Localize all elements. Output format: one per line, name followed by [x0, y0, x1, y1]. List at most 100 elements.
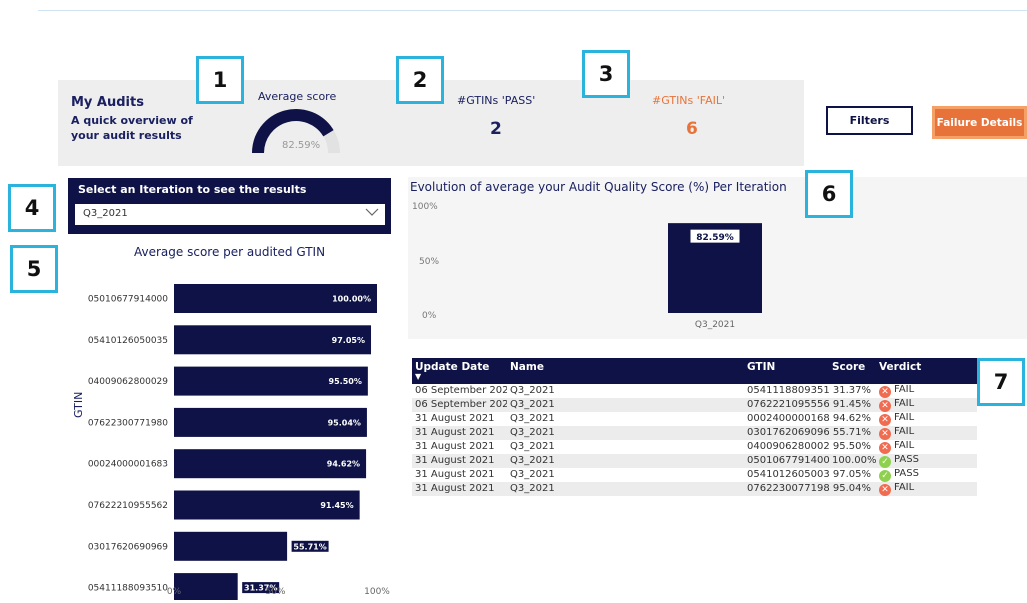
callout-marker-3: 3: [582, 50, 630, 98]
evolution-y-tick: 0%: [422, 311, 437, 321]
gtin-bar-value-label: 95.50%: [329, 377, 362, 386]
audit-results-table: Update Date ▼ Name GTIN Score Verdict 06 …: [412, 358, 977, 496]
sort-down-icon: ▼: [415, 372, 422, 381]
cell-score: 100.00%: [832, 455, 876, 466]
cell-gtin: 04009062800029: [747, 441, 829, 452]
table-row[interactable]: 31 August 2021 Q3_2021 03017620690969 55.71…: [412, 426, 977, 440]
x-circle-icon: ✕: [879, 414, 891, 426]
cell-name: Q3_2021: [510, 441, 555, 452]
callout-marker-7: 7: [977, 358, 1025, 406]
column-header-name[interactable]: Name: [507, 358, 744, 384]
cell-gtin: 07622210955562: [747, 399, 829, 410]
cell-update-date: 31 August 2021: [415, 427, 495, 438]
gtin-category-label: 00024000001683: [88, 460, 168, 470]
gtin-bar[interactable]: [174, 531, 288, 561]
cell-score: 95.04%: [832, 483, 871, 494]
cell-name: Q3_2021: [510, 427, 555, 438]
gtin-category-label: 05410126050035: [88, 336, 168, 346]
cell-gtin: 00024000001683: [747, 413, 829, 424]
average-score-label: Average score: [258, 90, 337, 103]
verdict-text: FAIL: [894, 482, 915, 493]
table-row[interactable]: 31 August 2021 Q3_2021 04009062800029 95.50…: [412, 440, 977, 454]
gtin-chart-title: Average score per audited GTIN: [134, 245, 326, 259]
table-row[interactable]: 31 August 2021 Q3_2021 00024000001683 94.62…: [412, 412, 977, 426]
filters-button[interactable]: Filters: [826, 106, 913, 135]
cell-update-date: 31 August 2021: [415, 413, 495, 424]
cell-update-date: 31 August 2021: [415, 455, 495, 466]
gtin-bar-value-label: 55.71%: [293, 542, 326, 551]
table-header-row: Update Date ▼ Name GTIN Score Verdict: [412, 358, 977, 384]
iteration-slicer-label: Select an Iteration to see the results: [78, 183, 307, 196]
evolution-chart-title: Evolution of average your Audit Quality …: [410, 180, 787, 194]
iteration-dropdown[interactable]: Q3_2021: [75, 204, 385, 225]
cell-gtin: 05410126050035: [747, 469, 829, 480]
x-circle-icon: ✕: [879, 428, 891, 440]
callout-marker-6: 6: [805, 170, 853, 218]
table-row[interactable]: 06 September 2021 Q3_2021 07622210955562 91…: [412, 398, 977, 412]
verdict-text: FAIL: [894, 440, 915, 451]
cell-update-date: 31 August 2021: [415, 441, 495, 452]
cell-update-date: 31 August 2021: [415, 483, 495, 494]
page-subtitle: A quick overview of your audit results: [71, 114, 193, 142]
gtin-bar-value-label: 94.62%: [327, 460, 360, 469]
x-circle-icon: ✕: [879, 400, 891, 412]
column-header-gtin[interactable]: GTIN: [744, 358, 829, 384]
x-circle-icon: ✕: [879, 386, 891, 398]
table-row[interactable]: 06 September 2021 Q3_2021 05411188093510 31…: [412, 384, 977, 398]
column-header-score[interactable]: Score: [829, 358, 876, 384]
callout-marker-1: 1: [196, 56, 244, 104]
cell-score: 94.62%: [832, 413, 871, 424]
page-title: My Audits: [71, 95, 144, 110]
x-circle-icon: ✕: [879, 484, 891, 496]
cell-name: Q3_2021: [510, 469, 555, 480]
evolution-x-tick: Q3_2021: [695, 320, 735, 330]
table-row[interactable]: 31 August 2021 Q3_2021 05010677914000 100.0…: [412, 454, 977, 468]
gtin-bar-chart: 05010677914000 100.00% 05410126050035 97.05…: [88, 284, 390, 600]
cell-gtin: 05411188093510: [747, 385, 829, 396]
verdict-text: PASS: [894, 454, 919, 465]
cell-gtin: 05010677914000: [747, 455, 829, 466]
cell-verdict: ✕ FAIL: [876, 440, 977, 454]
chevron-down-icon: [365, 208, 379, 216]
callout-marker-5: 5: [10, 245, 58, 293]
cell-name: Q3_2021: [510, 399, 555, 410]
average-score-value: 82.59%: [282, 140, 321, 151]
evolution-y-tick: 50%: [419, 257, 440, 267]
gtin-category-label: 03017620690969: [88, 542, 168, 552]
evolution-y-tick: 100%: [412, 202, 438, 212]
x-circle-icon: ✕: [879, 442, 891, 454]
gtin-bar[interactable]: [174, 573, 238, 600]
gtin-bar-value-label: 100.00%: [332, 295, 371, 304]
cell-name: Q3_2021: [510, 483, 555, 494]
gtin-category-label: 05411188093510: [88, 584, 168, 594]
gtin-x-tick: 100%: [364, 587, 390, 597]
gtin-category-label: 04009062800029: [88, 377, 168, 387]
gtin-category-label: 07622300771980: [88, 418, 168, 428]
verdict-text: PASS: [894, 468, 919, 479]
gtin-bar-value-label: 95.04%: [328, 418, 361, 427]
cell-score: 55.71%: [832, 427, 871, 438]
table-row[interactable]: 31 August 2021 Q3_2021 07622300771980 95.04…: [412, 482, 977, 496]
column-header-update-date[interactable]: Update Date ▼: [412, 358, 507, 384]
verdict-text: FAIL: [894, 426, 915, 437]
cell-verdict: ✓ PASS: [876, 468, 977, 482]
cell-gtin: 07622300771980: [747, 483, 829, 494]
cell-update-date: 06 September 2021: [415, 385, 507, 396]
cell-score: 95.50%: [832, 441, 871, 452]
table-row[interactable]: 31 August 2021 Q3_2021 05410126050035 97.05…: [412, 468, 977, 482]
cell-verdict: ✕ FAIL: [876, 412, 977, 426]
cell-name: Q3_2021: [510, 385, 555, 396]
cell-update-date: 31 August 2021: [415, 469, 495, 480]
evolution-bar-value-label: 82.59%: [696, 233, 734, 243]
cell-score: 91.45%: [832, 399, 871, 410]
cell-verdict: ✕ FAIL: [876, 384, 977, 398]
gtin-x-tick: 50%: [265, 587, 285, 597]
column-header-verdict[interactable]: Verdict: [876, 358, 977, 384]
top-divider: [38, 10, 1027, 11]
fail-count-label: #GTINs 'FAIL': [652, 94, 726, 107]
verdict-text: FAIL: [894, 384, 915, 395]
failure-details-button[interactable]: Failure Details: [932, 106, 1027, 139]
gtin-bar-value-label: 97.05%: [332, 336, 365, 345]
cell-name: Q3_2021: [510, 413, 555, 424]
check-circle-icon: ✓: [879, 456, 891, 468]
